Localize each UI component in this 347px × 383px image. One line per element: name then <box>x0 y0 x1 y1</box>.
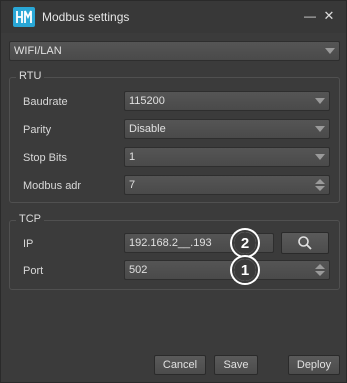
spin-down-icon[interactable] <box>315 271 325 276</box>
callout-badge-2-number: 2 <box>234 232 256 254</box>
ip-value: 192.168.2__.193 <box>129 237 212 249</box>
minimize-button[interactable]: — <box>300 6 320 26</box>
spin-up-icon[interactable] <box>315 179 325 184</box>
title-bar: Modbus settings — ✕ <box>1 1 346 33</box>
close-icon: ✕ <box>323 8 335 23</box>
stop-bits-label: Stop Bits <box>23 152 68 164</box>
connection-type-value: WIFI/LAN <box>14 45 62 57</box>
minimize-icon: — <box>304 9 316 23</box>
spin-down-icon[interactable] <box>315 186 325 191</box>
callout-badge-1-number: 1 <box>234 259 256 281</box>
search-icon <box>298 236 312 250</box>
ip-search-button[interactable] <box>281 232 329 254</box>
callout-badge-2: 2 <box>232 230 258 256</box>
port-value: 502 <box>129 264 148 276</box>
modbus-adr-value: 7 <box>129 179 136 191</box>
chevron-down-icon <box>315 126 325 132</box>
chevron-down-icon <box>315 154 325 160</box>
baudrate-select[interactable]: 115200 <box>124 91 330 111</box>
modbus-adr-label: Modbus adr <box>23 180 82 192</box>
baudrate-value: 115200 <box>129 95 165 107</box>
chevron-down-icon <box>315 98 325 104</box>
stop-bits-value: 1 <box>129 151 136 163</box>
chevron-down-icon <box>325 48 335 54</box>
modbus-adr-spinbox[interactable]: 7 <box>124 175 330 195</box>
hm-logo-icon <box>13 7 35 27</box>
callout-badge-1: 1 <box>232 257 258 283</box>
rtu-group-label: RTU <box>16 70 45 82</box>
window-title: Modbus settings <box>42 10 130 24</box>
parity-value: Disable <box>129 123 166 135</box>
parity-label: Parity <box>23 124 52 136</box>
close-button[interactable]: ✕ <box>319 6 339 26</box>
cancel-button[interactable]: Cancel <box>154 355 206 375</box>
stop-bits-select[interactable]: 1 <box>124 147 330 167</box>
parity-select[interactable]: Disable <box>124 119 330 139</box>
port-spinbox[interactable]: 502 <box>124 260 330 280</box>
ip-label: IP <box>23 238 34 250</box>
connection-type-select[interactable]: WIFI/LAN <box>9 41 340 61</box>
modbus-settings-dialog: Modbus settings — ✕ WIFI/LAN RTU Baudrat… <box>0 0 347 383</box>
deploy-button[interactable]: Deploy <box>288 355 340 375</box>
tcp-group-label: TCP <box>16 213 44 225</box>
save-button[interactable]: Save <box>214 355 258 375</box>
port-label: Port <box>23 265 44 277</box>
baudrate-label: Baudrate <box>23 96 68 108</box>
spin-up-icon[interactable] <box>315 264 325 269</box>
